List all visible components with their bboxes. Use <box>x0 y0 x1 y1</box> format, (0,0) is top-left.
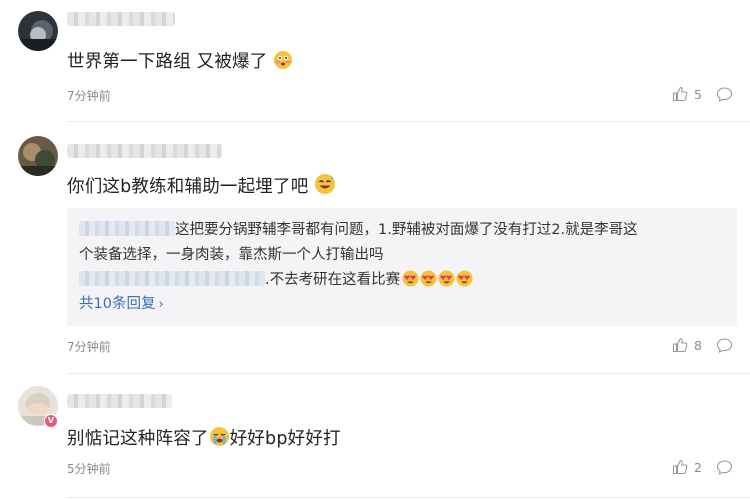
comment-text: 你们这b教练和辅助一起埋了吧 <box>67 173 336 198</box>
thumbs-up-icon <box>672 459 688 475</box>
reply-1-continued: 个装备选择，一身肉装，靠杰斯一个人打输出吗 <box>79 247 384 263</box>
crying-emoji <box>209 427 229 446</box>
comment-icon[interactable] <box>716 459 733 476</box>
flushed-emoji <box>274 51 293 69</box>
comment-text: 世界第一下路组 又被爆了 <box>67 48 293 73</box>
thumbs-up-icon <box>672 337 688 353</box>
heart-eyes-emoji <box>402 270 473 287</box>
timestamp: 7分钟前 <box>67 340 111 354</box>
like-count: 5 <box>694 86 702 102</box>
like-button[interactable]: 8 <box>672 337 702 353</box>
comment-item-1: 世界第一下路组 又被爆了 7分钟前 5 <box>0 0 750 122</box>
chevron-right-icon: › <box>158 297 164 312</box>
timestamp: 5分钟前 <box>67 462 111 476</box>
reply-2: .不去考研在这看比赛 <box>79 268 473 289</box>
like-button[interactable]: 2 <box>672 459 702 475</box>
reply-username[interactable] <box>79 221 175 236</box>
timestamp: 7分钟前 <box>67 89 111 103</box>
avatar[interactable] <box>18 136 58 176</box>
like-count: 8 <box>694 337 702 353</box>
comment-icon[interactable] <box>716 86 733 103</box>
divider <box>67 497 750 498</box>
comment-text: 别惦记这种阵容了 好好bp好好打 <box>67 425 341 450</box>
username[interactable] <box>67 394 172 408</box>
thumbs-up-icon <box>672 86 688 102</box>
username[interactable] <box>67 12 175 26</box>
more-replies-link[interactable]: 共10条回复 › <box>79 292 164 313</box>
comment-icon[interactable] <box>716 337 733 354</box>
reply-username[interactable] <box>79 271 265 286</box>
username[interactable] <box>67 144 222 158</box>
comment-item-3: V 别惦记这种阵容了 好好bp好好打 5分钟前 2 <box>0 374 750 499</box>
replies-box: 这把要分锅野辅李哥都有问题，1.野辅被对面爆了没有打过2.就是李哥这 个装备选择… <box>67 208 737 326</box>
reply-1: 这把要分锅野辅李哥都有问题，1.野辅被对面爆了没有打过2.就是李哥这 <box>79 218 638 239</box>
vip-badge-icon: V <box>44 414 58 428</box>
avatar[interactable] <box>18 11 58 51</box>
sweat-smile-emoji <box>315 174 336 194</box>
like-count: 2 <box>694 459 702 475</box>
like-button[interactable]: 5 <box>672 86 702 102</box>
